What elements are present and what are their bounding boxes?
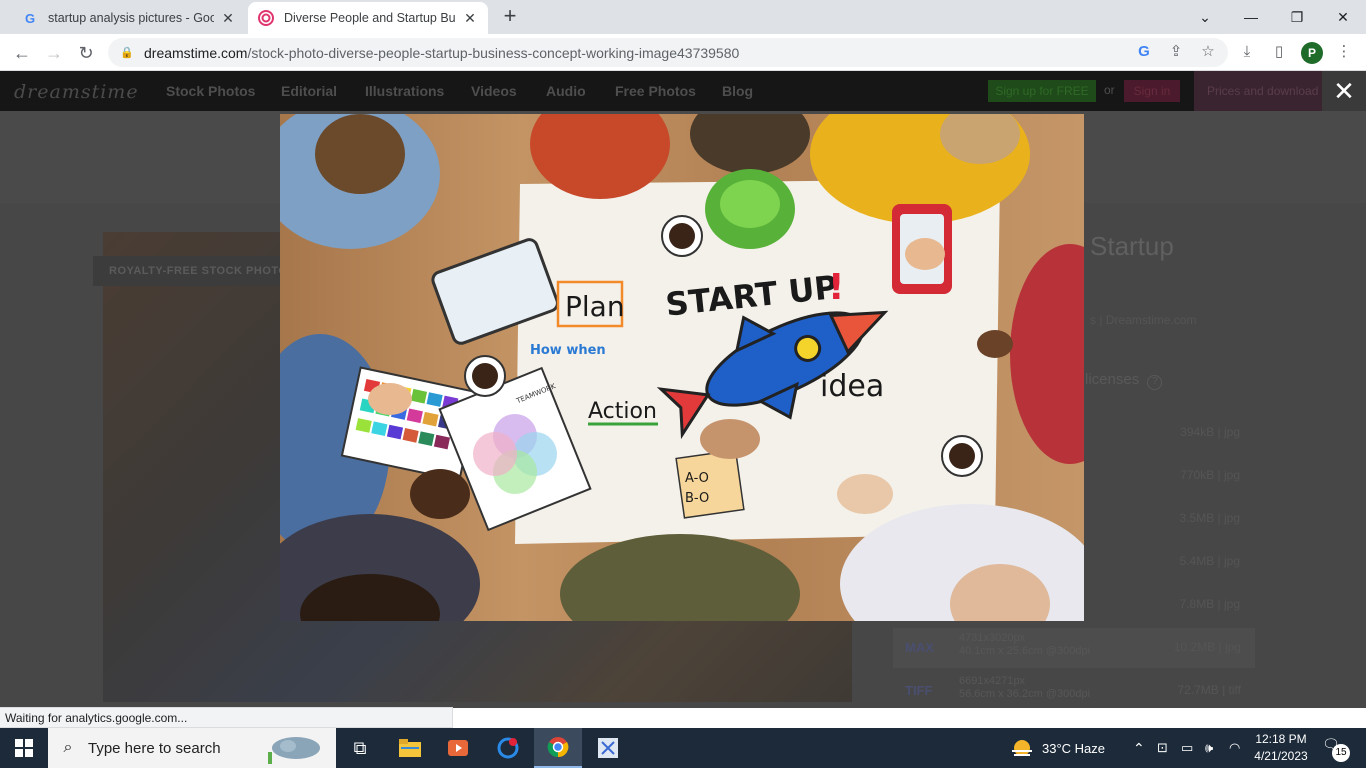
file-explorer-icon[interactable] — [386, 728, 434, 768]
weather-text: 33°C Haze — [1042, 740, 1106, 756]
reload-button[interactable]: ↻ — [72, 39, 100, 67]
share-icon[interactable]: ⇪ — [1166, 42, 1186, 62]
lightbox-close-button[interactable]: ✕ — [1322, 71, 1366, 111]
nav-free-photos[interactable]: Free Photos — [615, 83, 696, 99]
dreamstime-logo[interactable]: dreamstime — [14, 81, 139, 103]
licenses-label: licenses — [1085, 371, 1140, 388]
url-text: dreamstime.com/stock-photo-diverse-peopl… — [144, 45, 739, 61]
site-header: dreamstime Stock Photos Editorial Illust… — [0, 71, 1366, 111]
search-placeholder: Type here to search — [88, 739, 221, 757]
haze-weather-icon — [1012, 740, 1032, 756]
taskbar-search-box[interactable]: ⌕ Type here to search — [48, 728, 336, 768]
profile-avatar[interactable]: P — [1301, 42, 1323, 64]
google-icon: G — [24, 10, 36, 26]
battery-icon[interactable]: ▭ — [1181, 728, 1193, 768]
image-credit-fragment: s | Dreamstime.com — [1090, 313, 1197, 327]
lightbox-image[interactable]: START UP ! Plan How when Action idea TEA… — [280, 114, 1084, 621]
size-label: TIFF — [905, 683, 933, 698]
image-text-ab: A-O — [685, 471, 709, 486]
close-tab-icon[interactable]: ✕ — [462, 10, 478, 27]
royalty-free-badge: ROYALTY-FREE STOCK PHOTO — [93, 256, 293, 286]
or-text: or — [1104, 83, 1115, 97]
size-option-tiff[interactable]: TIFF 6691x4271px 56.6cm x 36.2cm @300dpi … — [893, 671, 1255, 708]
size-dimensions: 6691x4271px 56.6cm x 36.2cm @300dpi — [959, 675, 1091, 700]
image-text-exclaim: ! — [828, 267, 844, 308]
search-highlight-icon — [266, 732, 322, 764]
size-dimensions: 4731x3020px 40.1cm x 25.6cm @300dpi — [959, 632, 1091, 657]
nav-stock-photos[interactable]: Stock Photos — [166, 83, 255, 99]
snipping-tool-icon[interactable] — [584, 728, 632, 768]
size-option-file[interactable]: 7.8MB | jpg — [1180, 597, 1240, 611]
volume-icon[interactable]: 🕪 — [1205, 728, 1213, 768]
size-file: 72.7MB | tiff — [1177, 683, 1241, 697]
image-text-bo: B-O — [685, 491, 709, 506]
size-option-file[interactable]: 3.5MB | jpg — [1180, 511, 1240, 525]
size-label: MAX — [905, 640, 934, 655]
help-icon[interactable]: ? — [1147, 375, 1163, 390]
close-tab-icon[interactable]: ✕ — [220, 10, 236, 27]
image-text-how-when: How when — [530, 343, 606, 358]
clock-date: 4/21/2023 — [1254, 749, 1308, 763]
wifi-icon[interactable]: ◠ — [1229, 728, 1240, 768]
minimize-button[interactable]: — — [1228, 0, 1274, 34]
taskbar-clock[interactable]: 12:18 PM 4/21/2023 — [1249, 731, 1313, 765]
size-option-file[interactable]: 394kB | jpg — [1180, 425, 1240, 439]
restore-button[interactable]: ❐ — [1274, 0, 1320, 34]
tab-search-chevron-icon[interactable]: ⌄ — [1182, 0, 1228, 34]
download-icon[interactable]: ⤓ — [1237, 42, 1257, 62]
chrome-taskbar-icon[interactable] — [534, 728, 582, 768]
bookmark-star-icon[interactable]: ☆ — [1198, 42, 1218, 62]
signin-button[interactable]: Sign in — [1124, 80, 1180, 102]
tab-title: Diverse People and Startup Busin — [284, 11, 456, 25]
image-title-fragment: Startup — [1090, 231, 1174, 261]
signup-button[interactable]: Sign up for FREE — [988, 80, 1096, 102]
image-text-action: Action — [588, 399, 657, 424]
tab-bar: G startup analysis pictures - Google ✕ D… — [0, 0, 1366, 34]
windows-taskbar: ⌕ Type here to search ⧉ 33°C Haze ⌃ ⊡ ▭ … — [0, 728, 1366, 768]
startup-illustration: START UP ! Plan How when Action idea TEA… — [280, 114, 1084, 621]
image-text-idea: idea — [820, 369, 884, 404]
dreamstime-icon — [258, 10, 274, 26]
media-player-icon[interactable] — [434, 728, 482, 768]
weather-widget[interactable]: 33°C Haze — [1010, 728, 1105, 768]
url-host: dreamstime.com — [144, 44, 248, 61]
close-window-button[interactable]: ✕ — [1320, 0, 1366, 34]
nav-audio[interactable]: Audio — [546, 83, 586, 99]
nav-illustrations[interactable]: Illustrations — [365, 83, 444, 99]
size-option-file[interactable]: 770kB | jpg — [1180, 468, 1240, 482]
windows-logo-icon — [15, 739, 33, 757]
address-bar[interactable]: 🔒 dreamstime.com/stock-photo-diverse-peo… — [108, 38, 1228, 67]
tab-google-search[interactable]: G startup analysis pictures - Google ✕ — [12, 2, 246, 34]
licenses-heading: licenses ? — [1085, 371, 1163, 390]
app-badge-icon[interactable] — [484, 728, 532, 768]
new-tab-button[interactable]: + — [498, 5, 522, 29]
url-path: /stock-photo-diverse-people-startup-busi… — [247, 44, 740, 61]
image-text-plan: Plan — [565, 290, 625, 323]
size-file: 10.2MB | jpg — [1173, 640, 1241, 654]
nav-editorial[interactable]: Editorial — [281, 83, 337, 99]
clock-time: 12:18 PM — [1255, 732, 1307, 746]
forward-button[interactable]: → — [40, 39, 68, 67]
windows-start-button[interactable] — [0, 728, 48, 768]
notification-count-badge: 15 — [1332, 744, 1350, 762]
size-option-file[interactable]: 5.4MB | jpg — [1180, 554, 1240, 568]
notification-center-button[interactable]: 🗨 15 — [1322, 736, 1350, 762]
size-option-max[interactable]: MAX 4731x3020px 40.1cm x 25.6cm @300dpi 1… — [893, 628, 1255, 668]
tab-title: startup analysis pictures - Google — [48, 11, 214, 25]
task-view-icon[interactable]: ⧉ — [336, 728, 384, 768]
nav-blog[interactable]: Blog — [722, 83, 753, 99]
side-panel-icon[interactable]: ▯ — [1269, 42, 1289, 62]
meet-now-icon[interactable]: ⊡ — [1157, 728, 1168, 768]
nav-videos[interactable]: Videos — [471, 83, 517, 99]
google-translate-icon[interactable]: G — [1134, 42, 1154, 62]
lock-icon[interactable]: 🔒 — [120, 46, 134, 59]
tab-dreamstime[interactable]: Diverse People and Startup Busin ✕ — [248, 2, 488, 34]
menu-kebab-icon[interactable]: ⋮ — [1334, 42, 1354, 62]
back-button[interactable]: ← — [8, 39, 36, 67]
browser-status-bar: Waiting for analytics.google.com... — [0, 707, 453, 728]
search-icon: ⌕ — [63, 739, 73, 756]
show-hidden-icons-chevron[interactable]: ⌃ — [1133, 728, 1145, 768]
browser-toolbar: ← → ↻ 🔒 dreamstime.com/stock-photo-diver… — [0, 34, 1366, 71]
